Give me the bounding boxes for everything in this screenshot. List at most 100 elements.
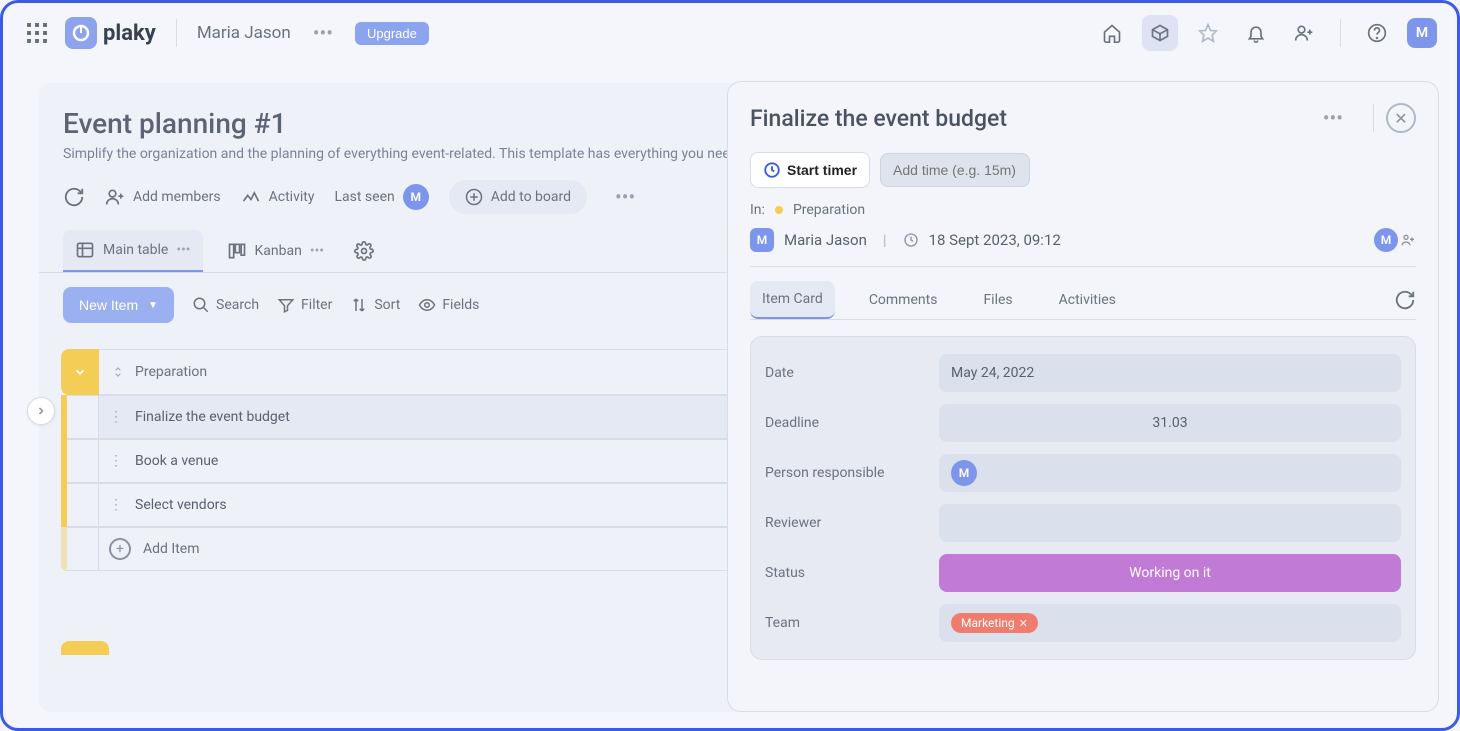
- last-seen-label: Last seen: [334, 189, 394, 205]
- field-label-date: Date: [765, 365, 925, 381]
- close-icon[interactable]: ✕: [1386, 103, 1416, 133]
- in-label: In:: [750, 202, 765, 218]
- refresh-icon[interactable]: [1394, 289, 1416, 311]
- row-title[interactable]: Finalize the event budget: [135, 409, 290, 425]
- fields-label: Fields: [442, 297, 479, 313]
- workspace-more-icon[interactable]: •••: [305, 17, 341, 49]
- avatar[interactable]: M: [1374, 228, 1398, 252]
- field-label-deadline: Deadline: [765, 415, 925, 431]
- group-color-dot: [775, 206, 783, 214]
- new-item-label: New Item: [79, 297, 138, 313]
- search-button[interactable]: Search: [192, 296, 259, 314]
- add-person-icon[interactable]: [1286, 15, 1322, 51]
- last-seen[interactable]: Last seen M: [334, 184, 428, 210]
- view-tab-more-icon[interactable]: •••: [310, 243, 324, 259]
- row-title[interactable]: Select vendors: [135, 497, 227, 513]
- field-value-status[interactable]: Working on it: [939, 554, 1401, 592]
- add-time-input[interactable]: [880, 153, 1030, 187]
- chevron-down-icon: ▼: [148, 300, 158, 311]
- view-tab-label: Kanban: [255, 243, 302, 259]
- sort-button[interactable]: Sort: [350, 296, 400, 314]
- box-icon[interactable]: [1142, 15, 1178, 51]
- sort-handle-icon[interactable]: [111, 365, 125, 379]
- tab-activities[interactable]: Activities: [1047, 282, 1128, 318]
- expand-sidebar-icon[interactable]: [27, 397, 55, 425]
- workspace-user[interactable]: Maria Jason: [197, 23, 291, 43]
- drag-handle-icon[interactable]: ⋮: [109, 497, 123, 513]
- divider: [1340, 19, 1341, 47]
- field-label-reviewer: Reviewer: [765, 515, 925, 531]
- tab-item-card[interactable]: Item Card: [750, 281, 835, 319]
- start-timer-button[interactable]: Start timer: [750, 152, 870, 188]
- divider: [1373, 104, 1374, 132]
- new-item-button[interactable]: New Item ▼: [63, 287, 174, 323]
- board-more-icon[interactable]: •••: [607, 181, 643, 213]
- apps-grid-icon[interactable]: [23, 19, 51, 47]
- activity-button[interactable]: Activity: [241, 187, 315, 207]
- logo-badge-icon: [65, 17, 97, 49]
- logo[interactable]: plaky: [65, 17, 156, 49]
- view-tab-kanban[interactable]: Kanban •••: [215, 231, 337, 271]
- item-card-panel: Finalize the event budget ••• ✕ Start ti…: [727, 81, 1439, 712]
- item-card-fields: Date May 24, 2022 Deadline 31.03 Person …: [750, 336, 1416, 660]
- activity-label: Activity: [269, 189, 315, 205]
- star-icon[interactable]: [1190, 15, 1226, 51]
- avatar: M: [403, 184, 429, 210]
- drag-handle-icon[interactable]: ⋮: [109, 409, 123, 425]
- add-to-board-button[interactable]: Add to board: [449, 180, 587, 214]
- search-label: Search: [216, 297, 259, 313]
- tab-comments[interactable]: Comments: [857, 282, 950, 318]
- start-timer-label: Start timer: [787, 162, 857, 178]
- fields-button[interactable]: Fields: [418, 296, 479, 314]
- field-label-status: Status: [765, 565, 925, 581]
- view-tab-label: Main table: [103, 242, 168, 258]
- field-label-person: Person responsible: [765, 465, 925, 481]
- bell-icon[interactable]: [1238, 15, 1274, 51]
- field-value-date[interactable]: May 24, 2022: [939, 354, 1401, 392]
- next-group-handle[interactable]: [61, 641, 109, 655]
- team-tag[interactable]: Marketing✕: [951, 613, 1038, 633]
- row-color-bar: [61, 527, 67, 571]
- group-collapse-icon[interactable]: [65, 357, 95, 387]
- home-icon[interactable]: [1094, 15, 1130, 51]
- upgrade-button[interactable]: Upgrade: [355, 22, 429, 45]
- filter-button[interactable]: Filter: [277, 296, 332, 314]
- field-value-person[interactable]: M: [939, 454, 1401, 492]
- group-name[interactable]: Preparation: [135, 364, 207, 380]
- tab-files[interactable]: Files: [971, 282, 1024, 318]
- add-members-label: Add members: [133, 189, 221, 205]
- item-creator[interactable]: Maria Jason: [784, 231, 867, 249]
- logo-text: plaky: [103, 21, 156, 46]
- item-created-at: 18 Sept 2023, 09:12: [929, 231, 1061, 249]
- sync-icon[interactable]: [63, 186, 85, 208]
- topbar: plaky Maria Jason ••• Upgrade: [3, 3, 1457, 63]
- field-value-team[interactable]: Marketing✕: [939, 604, 1401, 642]
- view-settings-icon[interactable]: [348, 231, 380, 271]
- filter-label: Filter: [301, 297, 332, 313]
- view-tab-main-table[interactable]: Main table •••: [63, 230, 203, 272]
- help-icon[interactable]: [1359, 15, 1395, 51]
- field-value-deadline[interactable]: 31.03: [939, 404, 1401, 442]
- avatar[interactable]: M: [750, 228, 774, 252]
- view-tab-more-icon[interactable]: •••: [176, 242, 190, 258]
- in-group[interactable]: Preparation: [793, 202, 865, 218]
- remove-tag-icon[interactable]: ✕: [1019, 617, 1028, 630]
- group-color-handle[interactable]: [61, 349, 99, 395]
- add-people-icon[interactable]: [1400, 232, 1416, 248]
- drag-handle-icon[interactable]: ⋮: [109, 453, 123, 469]
- avatar[interactable]: M: [951, 460, 977, 486]
- clock-icon: [903, 232, 919, 248]
- divider: [176, 19, 177, 47]
- field-value-reviewer[interactable]: [939, 504, 1401, 542]
- row-title[interactable]: Book a venue: [135, 453, 218, 469]
- add-to-board-label: Add to board: [491, 189, 571, 205]
- add-members-button[interactable]: Add members: [105, 187, 221, 207]
- timer-icon: [763, 161, 781, 179]
- item-more-icon[interactable]: •••: [1315, 102, 1351, 134]
- add-item-label: Add Item: [143, 541, 200, 557]
- avatar[interactable]: M: [1407, 18, 1437, 48]
- sort-label: Sort: [374, 297, 400, 313]
- item-title[interactable]: Finalize the event budget: [750, 105, 1315, 132]
- field-label-team: Team: [765, 615, 925, 631]
- plus-icon[interactable]: +: [109, 538, 131, 560]
